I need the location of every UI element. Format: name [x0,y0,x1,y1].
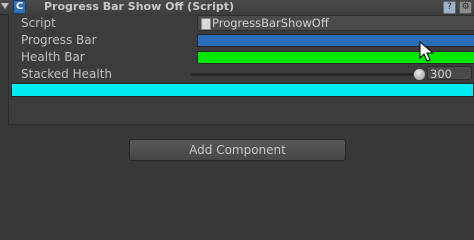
stacked-health-label: Stacked Health [21,67,113,81]
inspector-panel: Script ProgressBarShowOff Progress Bar H… [8,14,474,125]
script-label: Script [21,16,56,30]
stacked-health-slider-thumb[interactable] [413,68,426,81]
script-file-icon [201,18,211,30]
mouse-cursor-icon [419,41,435,62]
component-header[interactable]: C Progress Bar Show Off (Script) ? ⚙ [0,0,474,15]
progress-bar-label: Progress Bar [21,33,97,47]
stacked-health-value[interactable]: 300 [427,66,472,81]
component-title: Progress Bar Show Off (Script) [44,0,235,13]
settings-icon[interactable]: ⚙ [459,1,472,14]
stacked-health-bar [11,83,474,97]
script-value: ProgressBarShowOff [212,16,329,30]
health-bar-label: Health Bar [21,50,85,64]
stacked-health-bar-fill [12,84,473,96]
help-icon[interactable]: ? [443,1,456,14]
stacked-health-slider-track[interactable] [191,73,421,76]
add-component-button[interactable]: Add Component [129,139,346,161]
script-icon: C [13,0,26,14]
script-field[interactable]: ProgressBarShowOff [197,15,474,31]
fold-arrow-icon[interactable] [1,3,9,9]
